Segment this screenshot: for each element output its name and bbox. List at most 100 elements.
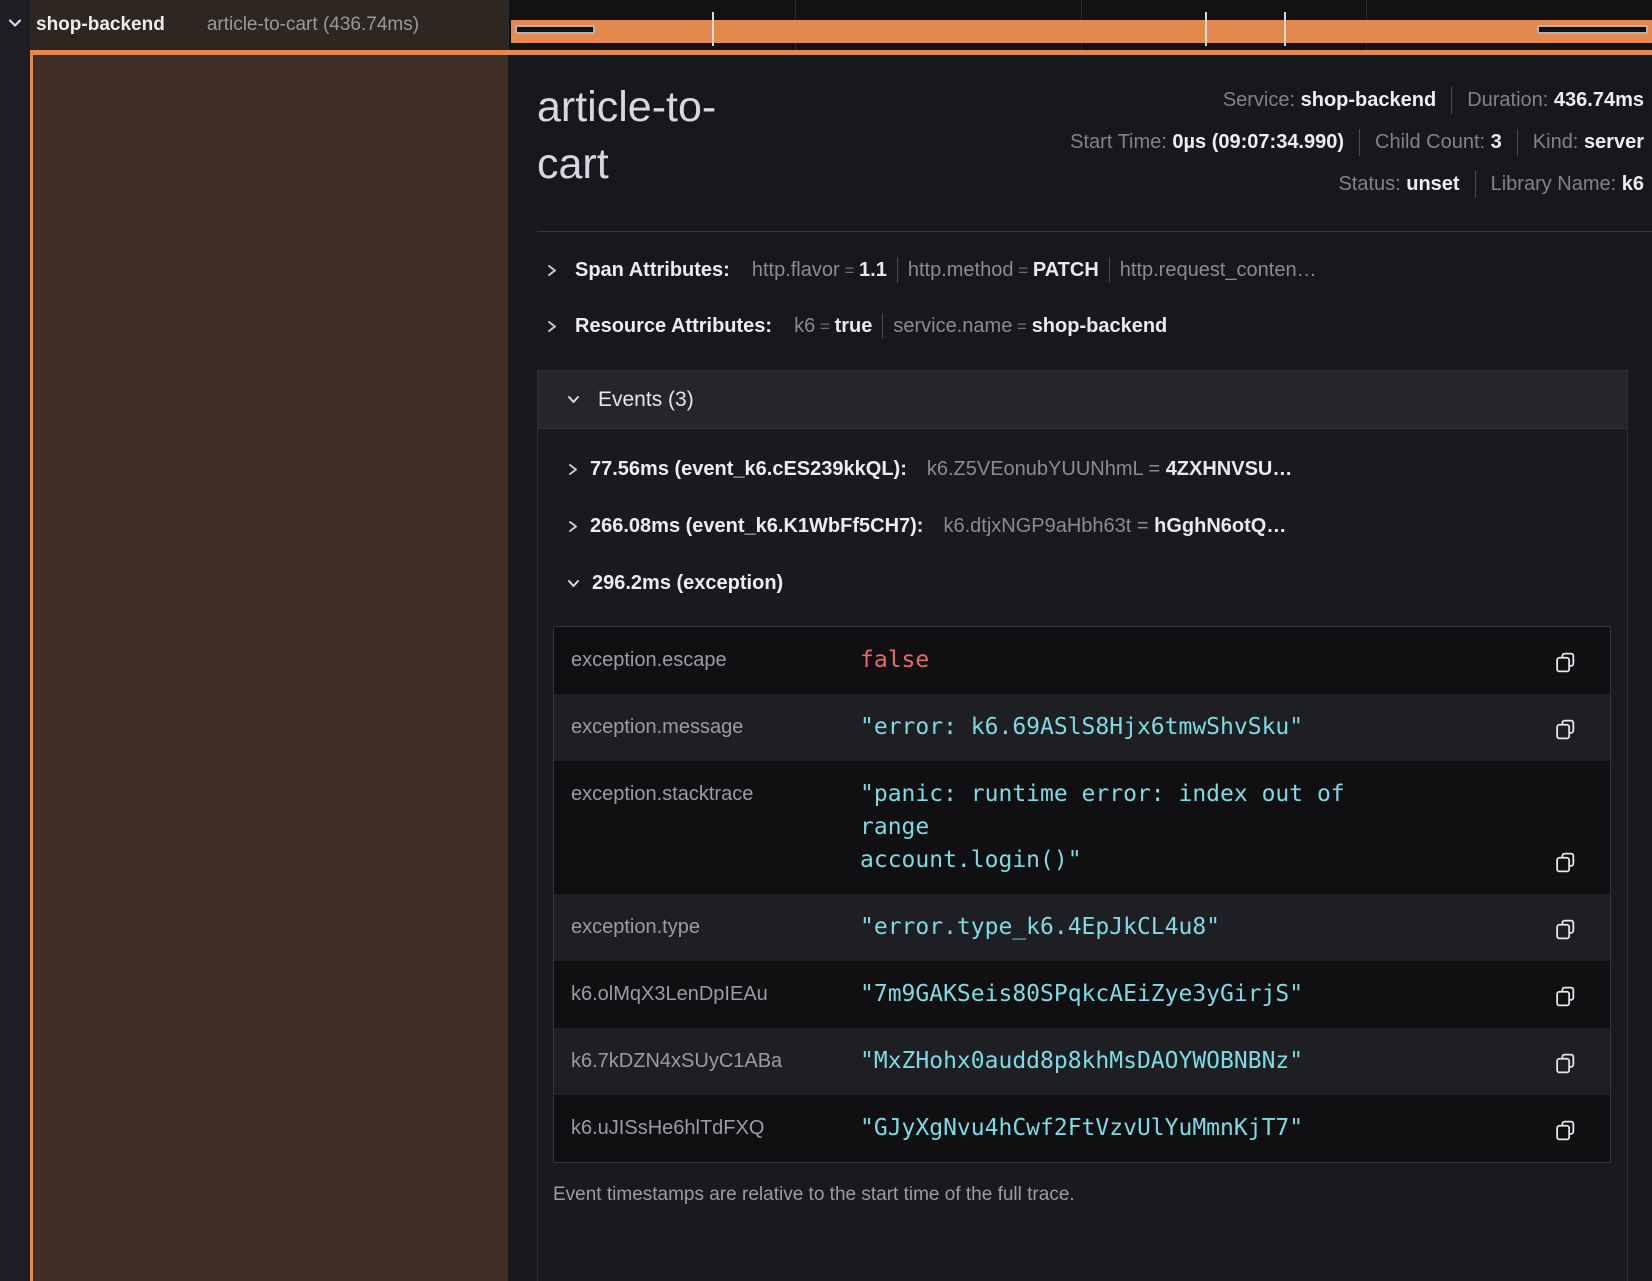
event-tick-marker xyxy=(1284,12,1286,46)
exception-attribute-row: exception.stacktrace "panic: runtime err… xyxy=(554,761,1610,894)
timeline xyxy=(508,0,1652,50)
chevron-right-icon[interactable] xyxy=(566,462,579,477)
trace-view: shop-backend article-to-cart (436.74ms) … xyxy=(0,0,1652,1281)
meta-value: 3 xyxy=(1491,131,1502,154)
copy-button[interactable] xyxy=(1554,718,1610,744)
meta-value: shop-backend xyxy=(1301,89,1437,112)
chevron-down-icon[interactable] xyxy=(566,577,581,590)
attribute-key: k6.uJISsHe6hlTdFXQ xyxy=(554,1112,860,1145)
meta-separator xyxy=(1517,129,1518,156)
span-duration-bar[interactable] xyxy=(511,20,1652,43)
attribute-key: exception.escape xyxy=(554,644,860,677)
span-title: article-to-cart xyxy=(537,79,757,193)
copy-button[interactable] xyxy=(1554,1119,1610,1145)
attribute-key: exception.stacktrace xyxy=(554,778,860,811)
child-span-bar xyxy=(1537,25,1648,34)
event-label: 296.2ms (exception) xyxy=(592,572,783,595)
attr-pair-truncated: http.request_conten… xyxy=(1120,259,1317,282)
meta-value: unset xyxy=(1406,173,1459,196)
event-row-2[interactable]: 266.08ms (event_k6.K1WbFf5CH7): k6.dtjxN… xyxy=(538,498,1627,555)
meta-value: k6 xyxy=(1622,173,1644,196)
child-span-bar xyxy=(515,25,595,34)
span-meta: Service: shop-backend Duration: 436.74ms… xyxy=(1070,79,1644,205)
event-row-3-exception[interactable]: 296.2ms (exception) xyxy=(538,555,1627,612)
event-attr-preview: k6.dtjxNGP9aHbh63t = hGghN6otQ… xyxy=(943,515,1286,538)
exception-attribute-row: exception.escape false xyxy=(554,627,1610,694)
copy-button[interactable] xyxy=(1554,985,1610,1011)
events-footer-note: Event timestamps are relative to the sta… xyxy=(553,1184,1627,1206)
attribute-key: exception.message xyxy=(554,711,860,744)
left-rail xyxy=(0,0,30,1281)
span-detail-panel: article-to-cart Service: shop-backend Du… xyxy=(508,55,1652,1281)
attribute-key: exception.type xyxy=(554,911,860,944)
exception-attribute-row: exception.type "error.type_k6.4EpJkCL4u8… xyxy=(554,894,1610,961)
copy-button[interactable] xyxy=(1554,1052,1610,1078)
meta-label: Child Count: xyxy=(1375,131,1491,154)
resource-attributes-row[interactable]: Resource Attributes: k6 = true service.n… xyxy=(537,298,1652,354)
events-title: Events (3) xyxy=(598,388,694,412)
meta-line-1: Service: shop-backend Duration: 436.74ms xyxy=(1070,79,1644,121)
events-section-header[interactable]: Events (3) xyxy=(538,371,1627,429)
meta-label: Start Time: xyxy=(1070,131,1172,154)
event-attr-preview: k6.Z5VEonubYUUNhmL = 4ZXHNVSU… xyxy=(927,458,1293,481)
exception-attribute-row: k6.uJISsHe6hlTdFXQ "GJyXgNvu4hCwf2FtVzvU… xyxy=(554,1095,1610,1162)
event-tick-marker xyxy=(712,12,714,46)
exception-attribute-row: k6.olMqX3LenDpIEAu "7m9GAKSeis80SPqkcAEi… xyxy=(554,961,1610,1028)
events-panel: Events (3) 77.56ms (event_k6.cES239kkQL)… xyxy=(537,370,1628,1281)
attr-separator xyxy=(897,257,898,283)
service-name: shop-backend xyxy=(36,14,165,36)
event-label: 266.08ms (event_k6.K1WbFf5CH7): xyxy=(590,515,923,538)
meta-label: Status: xyxy=(1338,173,1406,196)
attribute-value: "panic: runtime error: index out of rang… xyxy=(860,778,1420,877)
attr-pair: k6 = true xyxy=(794,315,872,338)
span-attributes-title: Span Attributes: xyxy=(575,259,730,282)
attr-pair: http.method = PATCH xyxy=(908,259,1099,282)
chevron-right-icon[interactable] xyxy=(545,263,558,278)
meta-line-3: Status: unset Library Name: k6 xyxy=(1070,163,1644,205)
attr-pair: http.flavor = 1.1 xyxy=(752,259,887,282)
span-row: shop-backend article-to-cart (436.74ms) xyxy=(30,0,1652,50)
attr-pair: service.name = shop-backend xyxy=(893,315,1167,338)
exception-attribute-row: exception.message "error: k6.69ASlS8Hjx6… xyxy=(554,694,1610,761)
attr-separator xyxy=(882,313,883,339)
attribute-value: "error: k6.69ASlS8Hjx6tmwShvSku" xyxy=(860,711,1420,744)
attribute-value: false xyxy=(860,644,1420,677)
resource-attributes-title: Resource Attributes: xyxy=(575,315,772,338)
meta-value: 0µs (09:07:34.990) xyxy=(1172,131,1344,154)
events-body: 77.56ms (event_k6.cES239kkQL): k6.Z5VEon… xyxy=(538,429,1627,1276)
chevron-down-icon[interactable] xyxy=(566,393,581,406)
truncation-fade xyxy=(462,0,508,50)
meta-value: server xyxy=(1584,131,1644,154)
chevron-right-icon[interactable] xyxy=(566,519,579,534)
span-attributes-row[interactable]: Span Attributes: http.flavor = 1.1 http.… xyxy=(537,242,1652,298)
meta-separator xyxy=(1359,129,1360,156)
attribute-value: "MxZHohx0audd8p8khMsDAOYWOBNBNz" xyxy=(860,1045,1420,1078)
meta-label: Duration: xyxy=(1467,89,1554,112)
meta-label: Kind: xyxy=(1533,131,1584,154)
attribute-value: "GJyXgNvu4hCwf2FtVzvUlYuMmnKjT7" xyxy=(860,1112,1420,1145)
event-tick-marker xyxy=(1205,12,1207,46)
attribute-value: "error.type_k6.4EpJkCL4u8" xyxy=(860,911,1420,944)
span-row-name-cell[interactable]: shop-backend article-to-cart (436.74ms) xyxy=(30,0,508,50)
meta-separator xyxy=(1451,87,1452,114)
exception-attributes-table: exception.escape false exception.message… xyxy=(553,626,1611,1163)
header-divider xyxy=(537,231,1652,232)
event-row-1[interactable]: 77.56ms (event_k6.cES239kkQL): k6.Z5VEon… xyxy=(538,441,1627,498)
collapse-all-chevron-icon[interactable] xyxy=(7,15,23,31)
span-name: article-to-cart (436.74ms) xyxy=(207,14,419,36)
meta-line-2: Start Time: 0µs (09:07:34.990) Child Cou… xyxy=(1070,121,1644,163)
attribute-key: k6.7kDZN4xSUyC1ABa xyxy=(554,1045,860,1078)
meta-label: Service: xyxy=(1223,89,1301,112)
chevron-right-icon[interactable] xyxy=(545,319,558,334)
copy-button[interactable] xyxy=(1554,651,1610,677)
event-label: 77.56ms (event_k6.cES239kkQL): xyxy=(590,458,907,481)
copy-button[interactable] xyxy=(1554,851,1610,877)
exception-attribute-row: k6.7kDZN4xSUyC1ABa "MxZHohx0audd8p8khMsD… xyxy=(554,1028,1610,1095)
expanded-row-gutter xyxy=(30,55,508,1281)
attribute-key: k6.olMqX3LenDpIEAu xyxy=(554,978,860,1011)
meta-label: Library Name: xyxy=(1491,173,1622,196)
copy-button[interactable] xyxy=(1554,918,1610,944)
span-detail-header: article-to-cart Service: shop-backend Du… xyxy=(537,79,1652,205)
meta-value: 436.74ms xyxy=(1554,89,1644,112)
attribute-value: "7m9GAKSeis80SPqkcAEiZye3yGirjS" xyxy=(860,978,1420,1011)
